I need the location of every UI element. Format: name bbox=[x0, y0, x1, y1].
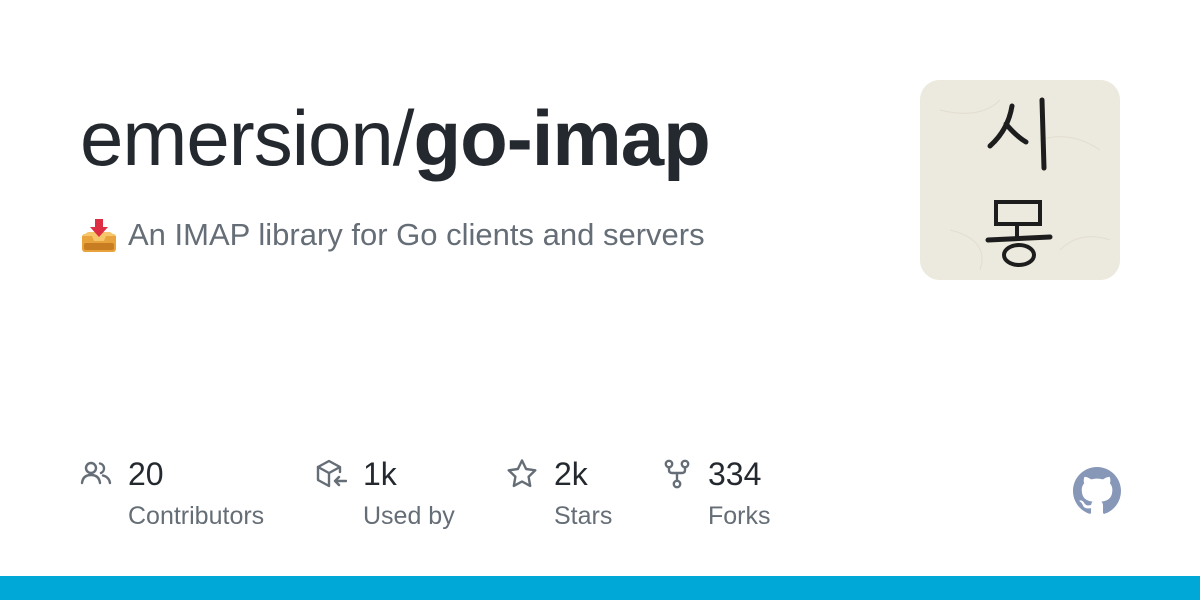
stat-value: 1k bbox=[363, 456, 397, 492]
people-icon bbox=[80, 461, 112, 485]
stat-label: Stars bbox=[554, 502, 613, 530]
repo-name[interactable]: go-imap bbox=[413, 94, 710, 182]
stat-label: Contributors bbox=[128, 502, 265, 530]
repo-title[interactable]: emersion/go-imap bbox=[80, 88, 711, 188]
bottom-accent-bar bbox=[0, 576, 1200, 600]
owner-avatar[interactable] bbox=[920, 80, 1120, 280]
repo-forked-icon bbox=[664, 459, 690, 489]
description-text: An IMAP library for Go clients and serve… bbox=[128, 217, 705, 252]
repo-description: An IMAP library for Go clients and serve… bbox=[80, 214, 705, 256]
stat-value: 20 bbox=[128, 456, 164, 492]
repo-stats: 20 Contributors 1k Used by 2k Stars 334 … bbox=[80, 452, 840, 542]
stat-value: 334 bbox=[708, 456, 762, 492]
github-mark-icon[interactable] bbox=[1073, 467, 1121, 515]
repo-owner[interactable]: emersion/ bbox=[80, 94, 414, 182]
avatar-calligraphy-image bbox=[920, 80, 1120, 280]
stat-label: Forks bbox=[708, 502, 771, 530]
package-dependents-icon bbox=[316, 459, 347, 488]
inbox-tray-icon bbox=[82, 219, 116, 252]
stat-label: Used by bbox=[363, 502, 455, 530]
star-icon bbox=[507, 459, 537, 488]
stat-value: 2k bbox=[554, 456, 588, 492]
